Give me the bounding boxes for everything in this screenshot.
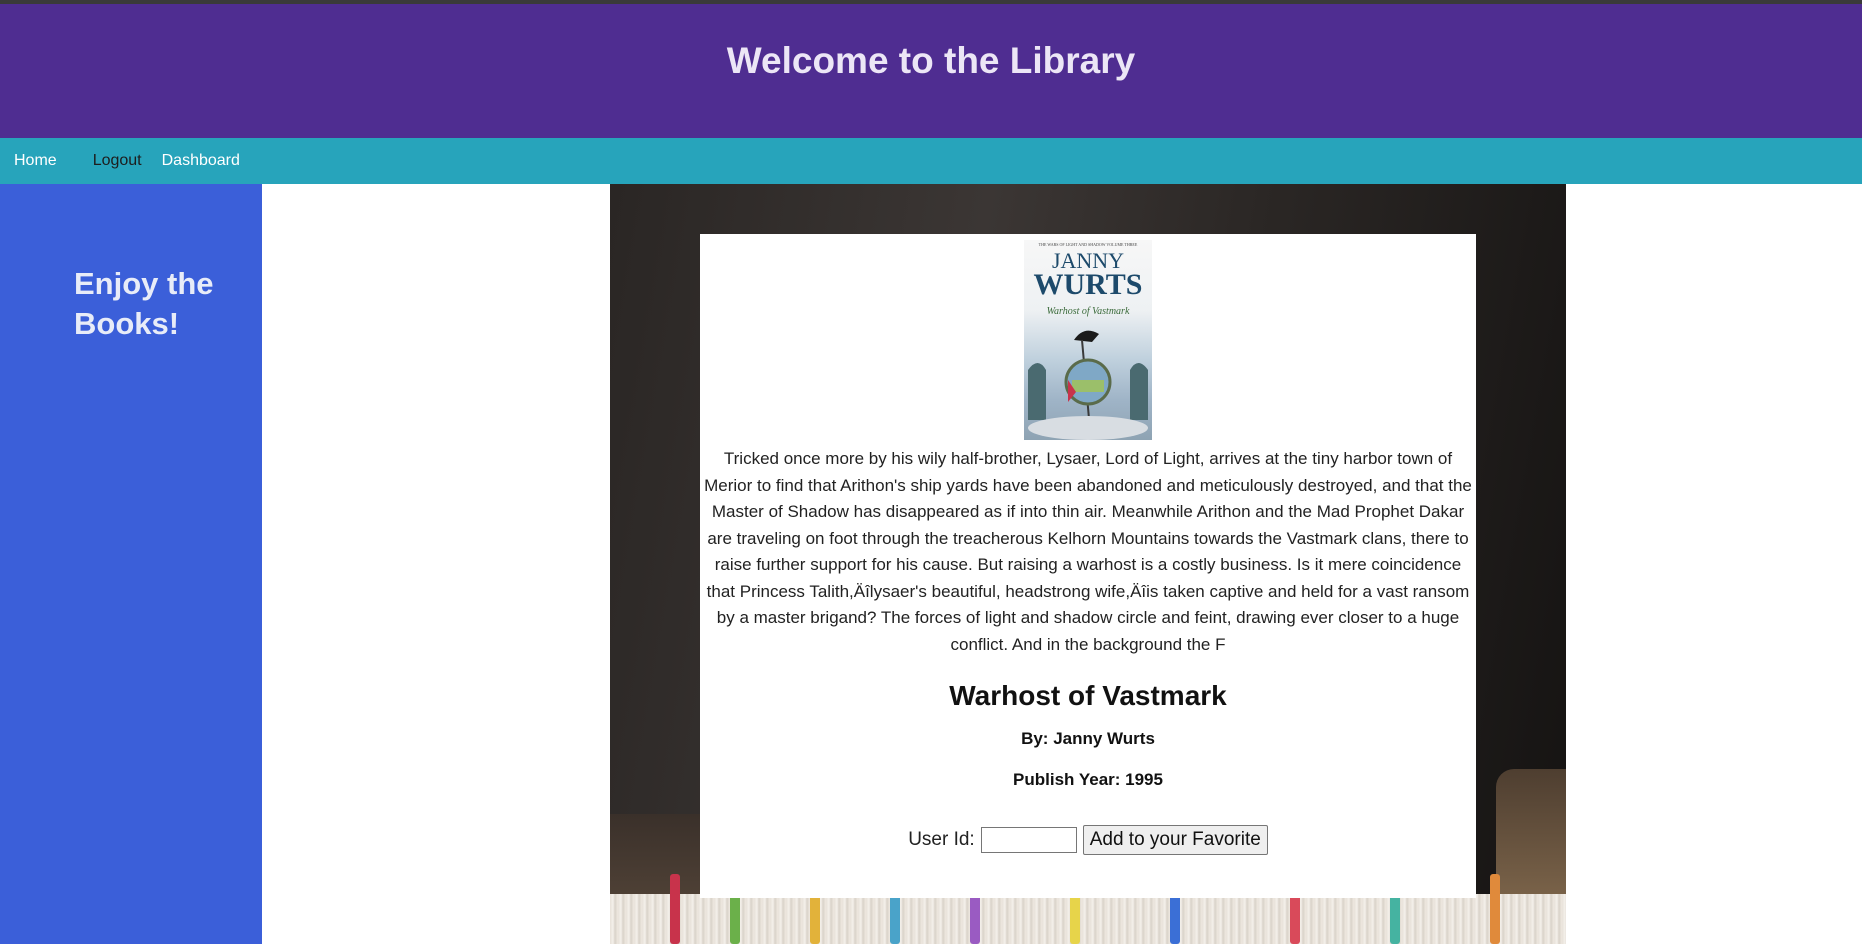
- nav-bar: Home Logout Dashboard: [0, 138, 1862, 184]
- book-card: THE WARS OF LIGHT AND SHADOW VOLUME THRE…: [700, 234, 1476, 898]
- cover-series-text: THE WARS OF LIGHT AND SHADOW VOLUME THRE…: [1038, 242, 1138, 247]
- book-hero-background: THE WARS OF LIGHT AND SHADOW VOLUME THRE…: [610, 184, 1566, 944]
- book-author: By: Janny Wurts: [1021, 729, 1155, 748]
- cover-illustration: [1028, 330, 1148, 440]
- nav-link-home[interactable]: Home: [14, 152, 57, 170]
- background-book-pages: [610, 894, 1566, 944]
- user-id-input[interactable]: [980, 827, 1077, 853]
- book-publish-year: Publish Year: 1995: [1013, 770, 1163, 789]
- sidebar-slogan: Enjoy the Books!: [74, 266, 214, 341]
- nav-link-logout[interactable]: Logout: [93, 152, 142, 170]
- cover-author-last: WURTS: [1033, 268, 1143, 301]
- cover-title: Warhost of Vastmark: [1046, 306, 1130, 317]
- book-cover-image: THE WARS OF LIGHT AND SHADOW VOLUME THRE…: [1024, 240, 1152, 440]
- user-id-label: User Id:: [908, 829, 975, 850]
- book-title: Warhost of Vastmark: [949, 680, 1227, 711]
- background-book-spine: [1490, 874, 1500, 944]
- book-description: Tricked once more by his wily half-broth…: [704, 449, 1472, 654]
- sidebar: Enjoy the Books!: [0, 184, 262, 944]
- favorite-form: User Id: Add to your Favorite: [700, 825, 1476, 855]
- add-favorite-button[interactable]: Add to your Favorite: [1082, 825, 1268, 855]
- background-book-spine: [670, 874, 680, 944]
- page-header: Welcome to the Library: [0, 4, 1862, 138]
- page-title: Welcome to the Library: [726, 40, 1136, 81]
- nav-link-dashboard[interactable]: Dashboard: [162, 152, 240, 170]
